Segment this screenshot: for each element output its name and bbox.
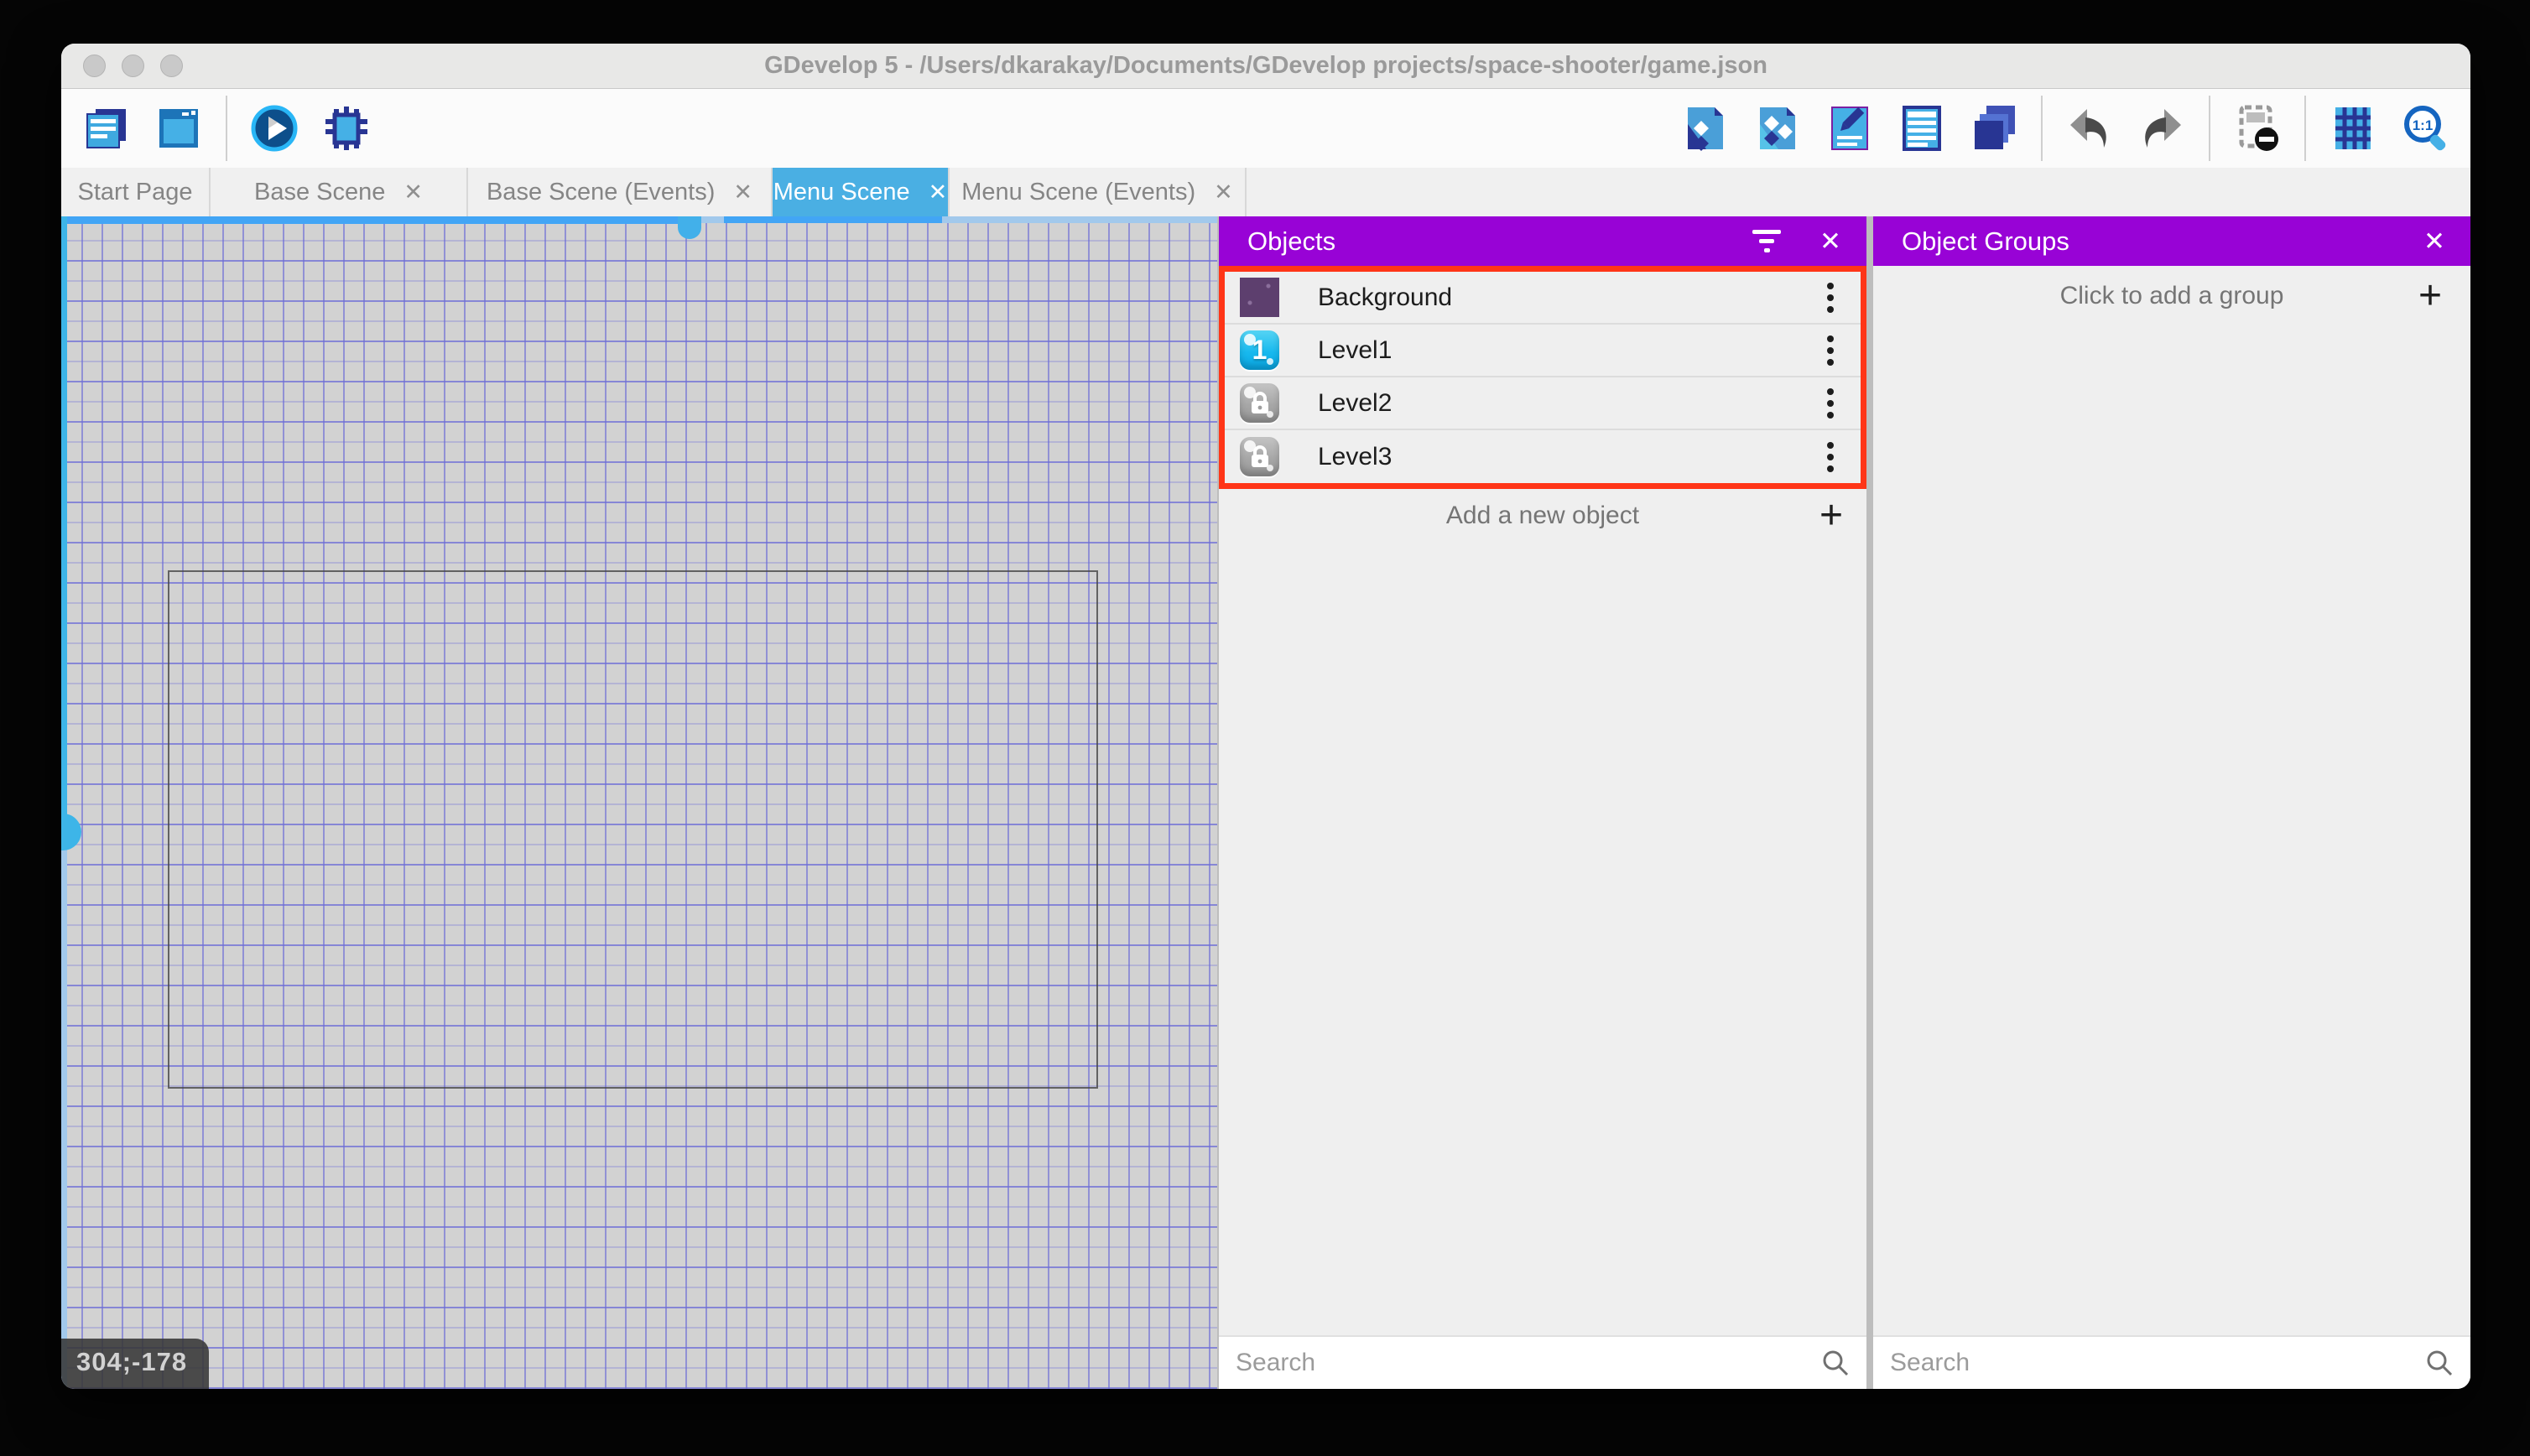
kebab-menu-icon[interactable] xyxy=(1820,332,1840,369)
plus-icon: + xyxy=(2418,273,2442,318)
svg-text:1:1: 1:1 xyxy=(2413,117,2434,133)
object-row-level1[interactable]: 1 Level1 xyxy=(1225,325,1861,377)
groups-search-bar xyxy=(1873,1335,2470,1389)
tab-base-scene-events[interactable]: Base Scene (Events) ✕ xyxy=(468,168,773,216)
object-row-level2[interactable]: Level2 xyxy=(1225,377,1861,430)
search-icon[interactable] xyxy=(2425,1349,2454,1377)
object-groups-icon[interactable] xyxy=(1752,103,1803,153)
kebab-menu-icon[interactable] xyxy=(1820,385,1840,422)
close-tab-icon[interactable]: ✕ xyxy=(733,179,752,205)
selection-resize-handle-top[interactable] xyxy=(678,216,701,239)
window-title: GDevelop 5 - /Users/dkarakay/Documents/G… xyxy=(764,52,1767,79)
lock-icon xyxy=(1240,383,1279,423)
scene-editor-canvas[interactable]: 304;-178 xyxy=(61,216,1219,1389)
close-icon[interactable]: ✕ xyxy=(1819,226,1841,257)
tab-menu-scene[interactable]: Menu Scene ✕ xyxy=(773,168,950,216)
object-row-level3[interactable]: Level3 xyxy=(1225,430,1861,483)
kebab-menu-icon[interactable] xyxy=(1820,279,1840,316)
tab-label: Start Page xyxy=(77,178,193,205)
title-bar: GDevelop 5 - /Users/dkarakay/Documents/G… xyxy=(61,44,2470,89)
add-object-label: Add a new object xyxy=(1445,502,1640,529)
app-window: GDevelop 5 - /Users/dkarakay/Documents/G… xyxy=(61,44,2470,1389)
objects-panel-header: Objects ✕ xyxy=(1219,216,1866,266)
tab-label: Menu Scene (Events) xyxy=(961,178,1196,205)
object-groups-panel-header: Object Groups ✕ xyxy=(1873,216,2470,266)
debug-icon[interactable] xyxy=(321,103,372,153)
cursor-coordinates-badge: 304;-178 xyxy=(61,1339,210,1389)
object-name: Level1 xyxy=(1318,335,1393,364)
add-new-object-button[interactable]: Add a new object + xyxy=(1219,489,1866,543)
toolbar-separator xyxy=(2209,96,2210,161)
close-tab-icon[interactable]: ✕ xyxy=(403,179,423,205)
tab-label: Menu Scene xyxy=(773,178,910,205)
tab-base-scene[interactable]: Base Scene ✕ xyxy=(211,168,468,216)
zoom-1-1-icon[interactable]: 1:1 xyxy=(2400,103,2450,153)
level1-button-thumbnail: 1 xyxy=(1240,330,1279,370)
scene-properties-icon[interactable] xyxy=(154,103,204,153)
main-toolbar: 1:1 xyxy=(61,89,2470,168)
plus-icon: + xyxy=(1819,493,1843,538)
object-name: Level3 xyxy=(1318,442,1393,471)
camera-border xyxy=(168,570,1098,1089)
play-preview-icon[interactable] xyxy=(249,103,299,153)
redo-icon[interactable] xyxy=(2137,103,2187,153)
render-mask-icon[interactable] xyxy=(2232,103,2283,153)
object-name: Level2 xyxy=(1318,388,1393,417)
object-groups-panel: Object Groups ✕ Click to add a group + xyxy=(1873,216,2470,1389)
tab-start-page[interactable]: Start Page xyxy=(61,168,211,216)
object-groups-panel-title: Object Groups xyxy=(1902,226,2069,256)
editor-tab-bar: Start Page Base Scene ✕ Base Scene (Even… xyxy=(61,168,2470,216)
objects-search-input[interactable] xyxy=(1236,1349,1821,1377)
selection-edge-left-segment xyxy=(61,216,67,822)
layers-icon[interactable] xyxy=(1969,103,2019,153)
tab-menu-scene-events[interactable]: Menu Scene (Events) ✕ xyxy=(950,168,1247,216)
selection-edge-top-segment xyxy=(724,216,942,223)
background-thumbnail xyxy=(1240,278,1279,317)
toolbar-separator xyxy=(2304,96,2306,161)
close-icon[interactable]: ✕ xyxy=(2423,226,2445,257)
lock-icon xyxy=(1240,437,1279,476)
add-group-button[interactable]: Click to add a group + xyxy=(1873,266,2470,326)
toolbar-left-group xyxy=(81,96,372,161)
close-tab-icon[interactable]: ✕ xyxy=(1214,179,1233,205)
add-group-label: Click to add a group xyxy=(2059,282,2284,309)
object-row-background[interactable]: Background xyxy=(1225,272,1861,325)
content-area: 304;-178 Objects ✕ Background 1 Level1 L… xyxy=(61,216,2470,1389)
object-name: Background xyxy=(1318,283,1453,311)
tab-label: Base Scene (Events) xyxy=(486,178,716,205)
undo-icon[interactable] xyxy=(2064,103,2115,153)
kebab-menu-icon[interactable] xyxy=(1820,439,1840,476)
close-tab-icon[interactable]: ✕ xyxy=(929,179,948,205)
objects-list-highlighted: Background 1 Level1 Level2 Level3 xyxy=(1219,266,1866,489)
grid-icon[interactable] xyxy=(2328,103,2378,153)
objects-panel-icon[interactable] xyxy=(1680,103,1731,153)
project-manager-icon[interactable] xyxy=(81,103,132,153)
selection-resize-handle-left[interactable] xyxy=(61,814,81,850)
tab-label: Base Scene xyxy=(253,178,386,205)
toolbar-separator xyxy=(226,96,227,161)
instances-list-icon[interactable] xyxy=(1897,103,1947,153)
objects-panel-title: Objects xyxy=(1247,226,1336,256)
toolbar-right-group: 1:1 xyxy=(1680,96,2450,161)
objects-panel: Objects ✕ Background 1 Level1 Level2 Lev… xyxy=(1219,216,1866,1389)
groups-search-input[interactable] xyxy=(1890,1349,2425,1377)
toolbar-separator xyxy=(2041,96,2043,161)
filter-icon[interactable] xyxy=(1752,230,1782,252)
selection-edge-top-segment xyxy=(61,216,678,224)
objects-search-bar xyxy=(1219,1335,1866,1389)
properties-icon[interactable] xyxy=(1825,103,1875,153)
panel-divider[interactable] xyxy=(1866,216,1873,1389)
search-icon[interactable] xyxy=(1821,1349,1850,1377)
